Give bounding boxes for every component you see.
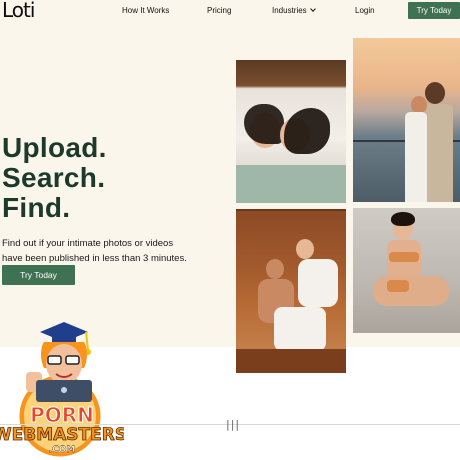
nav-try-today-button[interactable]: Try Today bbox=[408, 2, 460, 19]
chevron-down-icon bbox=[309, 6, 316, 12]
nav-link-industries[interactable]: Industries bbox=[272, 6, 316, 15]
watermark-line-webmasters: WEBMASTERS bbox=[0, 425, 124, 445]
nav-link-pricing[interactable]: Pricing bbox=[207, 6, 231, 15]
nav-link-login[interactable]: Login bbox=[355, 6, 375, 15]
nav-link-industries-label: Industries bbox=[272, 6, 307, 15]
hero-headline: Upload. Search. Find. bbox=[2, 133, 107, 223]
photo-couple-balcony bbox=[353, 38, 460, 202]
watermark-line-com: .COM bbox=[49, 445, 76, 455]
nav-link-how-it-works[interactable]: How It Works bbox=[122, 6, 169, 15]
headline-line-upload: Upload. bbox=[2, 132, 107, 163]
photo-woman-lingerie bbox=[353, 208, 460, 333]
hero-try-today-button[interactable]: Try Today bbox=[2, 265, 75, 285]
headline-line-find: Find. bbox=[2, 192, 71, 223]
logo[interactable]: Loti bbox=[2, 0, 35, 22]
pornwebmasters-watermark-logo: PORN WEBMASTERS .COM bbox=[0, 322, 124, 460]
hero-subtext: Find out if your intimate photos or vide… bbox=[2, 238, 187, 264]
drag-handle-icon[interactable]: ||| bbox=[226, 418, 240, 431]
top-nav: Loti How It Works Pricing Industries Log… bbox=[0, 0, 460, 24]
photo-couple-bed bbox=[236, 60, 346, 203]
headline-line-search: Search. bbox=[2, 162, 106, 193]
photo-couple-sauna bbox=[236, 209, 346, 373]
